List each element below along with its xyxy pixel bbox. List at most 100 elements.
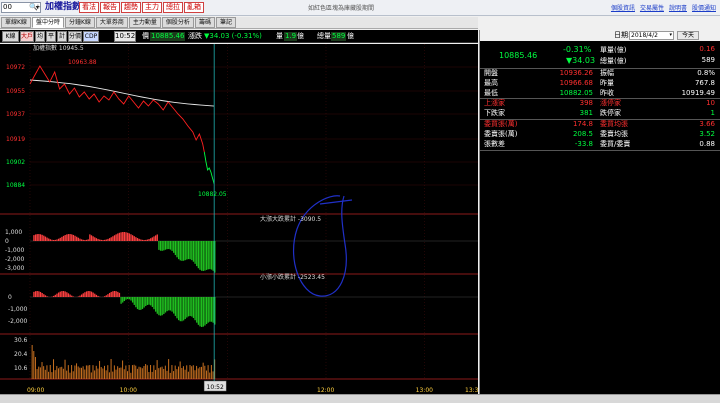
big-move-bar [209, 241, 211, 270]
volume-bar [189, 365, 191, 379]
big-move-bar [95, 238, 98, 241]
small-move-bar [34, 291, 37, 297]
chevron-down-icon[interactable]: ▾ [669, 32, 672, 39]
y-tick-label: -2,000 [8, 318, 28, 325]
quote-row: 張數差 -33.8 委買/委賣 0.88 [480, 140, 720, 149]
link-stock-info[interactable]: 個股資訊 [611, 3, 635, 12]
top-tab-pull[interactable]: 總拉 [163, 2, 183, 13]
today-button[interactable]: 今天 [677, 31, 699, 40]
volume-bar [99, 360, 101, 379]
top-tab-box[interactable]: 亂箱 [184, 2, 204, 13]
add-icon[interactable]: + [35, 2, 41, 12]
small-move-bar [201, 297, 203, 327]
link-trade-attr[interactable]: 交易屬性 [640, 3, 664, 12]
tab-big-brokers[interactable]: 大單券商 [95, 17, 128, 28]
y-tick-label: -2,000 [5, 256, 25, 263]
row-label: 昨量 [600, 79, 614, 87]
tab-intraday[interactable]: 盤中分時 [31, 17, 64, 28]
tab-main-force[interactable]: 主力動量 [128, 17, 161, 28]
volume-bar [140, 367, 142, 379]
small-move-bar [90, 291, 93, 297]
small-move-bar [92, 292, 94, 297]
flat-button[interactable]: 平 [46, 31, 56, 42]
quote-bar: K線 大戶 均 平 計 分價 CDP 10:52 價 10885.46 漲跌 ▼… [0, 30, 478, 43]
volume-bar [53, 359, 55, 379]
date-picker[interactable]: 2018/4/2 ▾ [629, 31, 674, 40]
row-value: 3.52 [699, 130, 715, 138]
calc-button[interactable]: 計 [57, 31, 67, 42]
big-move-bar [92, 236, 94, 241]
small-move-bar [38, 291, 40, 297]
volume-bar [168, 359, 170, 379]
chart-canvas[interactable]: 10972 10955 10937 10919 10902 10884 加權指數 10945… [0, 44, 478, 394]
top-tab-view[interactable]: 看法 [79, 2, 99, 13]
row-value: 381 [579, 109, 593, 117]
big-move-bar [156, 234, 158, 241]
volume-bar [108, 372, 110, 379]
small-move-bar [105, 295, 107, 297]
big-move-bar [163, 241, 165, 251]
avg-button[interactable]: 均 [35, 31, 45, 42]
big-move-bar [57, 238, 60, 241]
tab-daily-kline[interactable]: 單線K線 [1, 17, 31, 28]
small-move-bar [59, 291, 61, 297]
top-tab-main-force[interactable]: 主力 [142, 2, 162, 13]
big-move-bar [115, 234, 117, 241]
y-tick-label: -1,000 [5, 247, 25, 254]
volume-bar [159, 367, 161, 379]
link-price-alert[interactable]: 股價通知 [692, 3, 716, 12]
row-value: 10966.68 [559, 79, 593, 87]
y-tick-label: 0 [5, 238, 9, 245]
row-value: 1 [710, 109, 715, 117]
hand-annotation [319, 199, 353, 205]
small-move-bar [171, 297, 173, 312]
small-move-bar [179, 297, 181, 322]
volume-bar [31, 345, 33, 379]
top-tab-report[interactable]: 報告 [100, 2, 120, 13]
price-dist-button[interactable]: 分價 [68, 31, 82, 42]
small-move-bar [57, 292, 60, 297]
small-move-bar [85, 291, 88, 297]
volume-bar [141, 368, 143, 379]
total-volume-value: 589 [331, 32, 347, 41]
volume-bar [163, 368, 165, 379]
volume-bar [72, 371, 74, 379]
volume-bar [59, 367, 61, 379]
volume-bar [97, 368, 99, 379]
small-move-bar [118, 292, 121, 297]
small-move-bar [110, 291, 112, 297]
big-move-bar [34, 234, 37, 241]
y-tick-label: 10.6 [14, 365, 28, 372]
small-move-bar [44, 295, 47, 297]
cdp-button[interactable]: CDP [83, 31, 99, 42]
big-move-bar [105, 239, 107, 241]
small-move-bar [178, 297, 180, 321]
intraday-chart[interactable]: 10972 10955 10937 10919 10902 10884 加權指數 10945… [0, 44, 478, 394]
top-tab-trend[interactable]: 趨勢 [121, 2, 141, 13]
tab-minute-kline[interactable]: 分鐘K線 [64, 17, 95, 28]
tab-stock-analysis[interactable]: 個股分析 [161, 17, 194, 28]
volume-bar [192, 365, 194, 379]
small-move-bar [112, 291, 114, 297]
small-move-bar [189, 297, 191, 316]
quote-row: 開盤 10936.26 振幅 0.8% [480, 69, 720, 78]
small-move-bar [131, 297, 134, 303]
big-move-bar [199, 241, 201, 270]
volume-bar [66, 370, 68, 379]
big-move-bar [130, 234, 132, 241]
big-holder-button[interactable]: 大戶 [20, 31, 34, 42]
tab-chips[interactable]: 籌碼 [194, 17, 215, 28]
volume-label: 量 [276, 32, 283, 40]
volume-bar [69, 372, 71, 379]
small-move-bar [153, 297, 155, 310]
tab-notes[interactable]: 筆記 [215, 17, 236, 28]
total-volume-label: 總量(億) [600, 57, 627, 65]
x-tick-label: 12:00 [317, 387, 334, 394]
small-move-bar [89, 291, 91, 297]
kline-button[interactable]: K線 [2, 31, 19, 42]
volume-bar [118, 367, 120, 379]
link-manual[interactable]: 說明書 [669, 3, 687, 12]
volume-bar [186, 365, 188, 379]
big-move-bar [33, 235, 35, 241]
big-move-bar [204, 241, 206, 271]
